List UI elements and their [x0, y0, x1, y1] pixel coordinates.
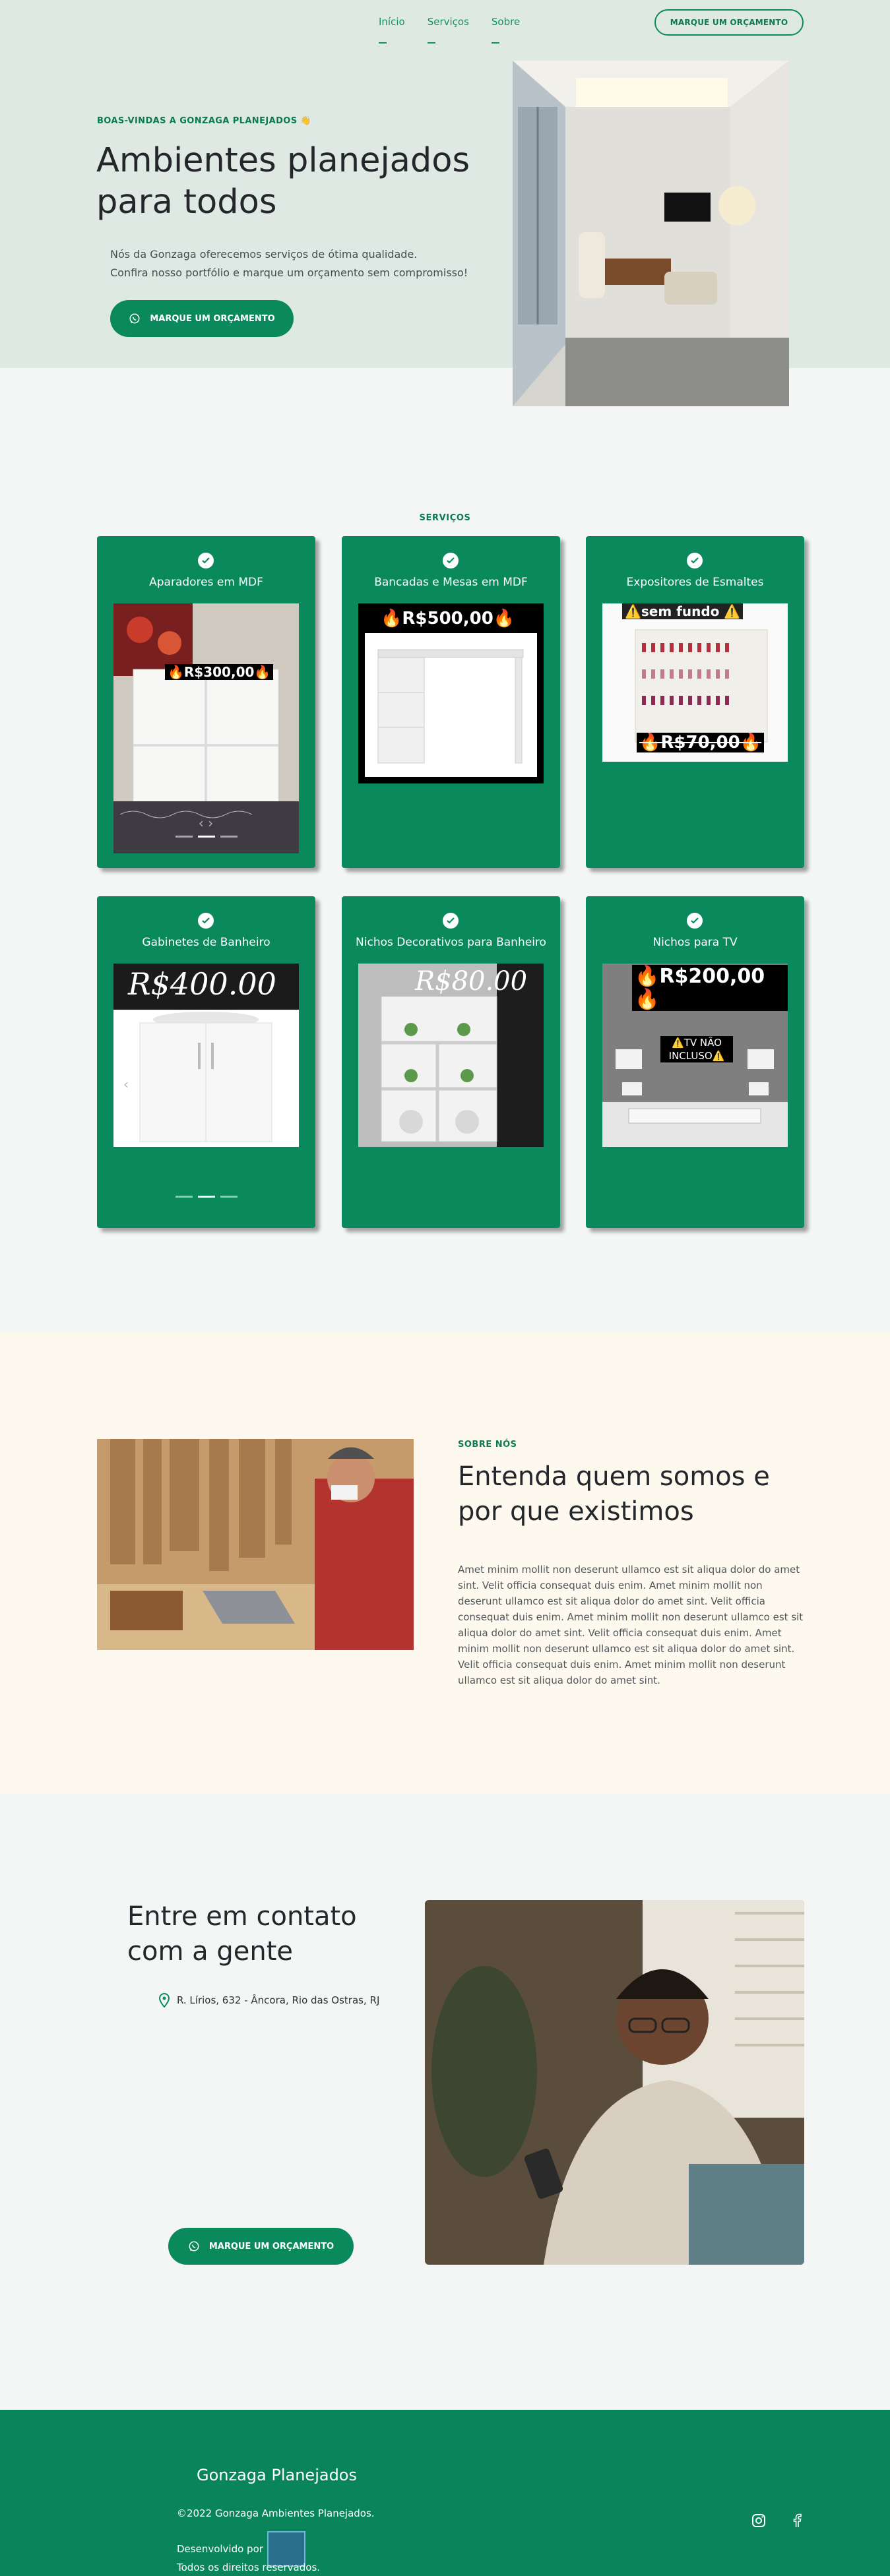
contact-quote-button[interactable]: MARQUE UM ORÇAMENTO — [168, 2228, 354, 2265]
contact-title: Entre em contato com a gente — [127, 1901, 357, 1967]
hero-office-image — [513, 61, 789, 406]
service-image: ‹ R$400.00 — [113, 964, 299, 1147]
whatsapp-icon — [189, 2241, 199, 2252]
hero-title: Ambientes planejados para todos — [96, 141, 470, 222]
footer-brand: Gonzaga Planejados — [197, 2466, 357, 2484]
service-price: 🔥R$200,00🔥 — [632, 965, 788, 1011]
contact-address: R. Lírios, 632 - Âncora, Rio das Ostras,… — [158, 1993, 379, 2008]
whatsapp-icon — [129, 313, 140, 324]
about-kicker: SOBRE NÓS — [458, 1440, 517, 1450]
check-icon — [687, 913, 703, 929]
header-quote-button[interactable]: MARQUE UM ORÇAMENTO — [654, 9, 804, 36]
facebook-icon[interactable] — [790, 2513, 804, 2531]
service-image: ‹ › 🔥R$300,00🔥 — [113, 603, 299, 853]
footer-copyright: ©2022 Gonzaga Ambientes Planejados. — [177, 2507, 375, 2519]
service-card[interactable]: Aparadores em MDF ‹ › 🔥R$300,00🔥 — [97, 536, 315, 868]
service-image: 🔥R$500,00🔥 — [358, 603, 544, 783]
contact-person-image — [425, 1900, 804, 2265]
nav-item-inicio[interactable]: Início — [379, 16, 405, 44]
check-icon — [443, 913, 459, 929]
hero-desc-line-2: Confira nosso portfólio e marque um orça… — [110, 266, 468, 279]
hero-kicker: BOAS-VINDAS A GONZAGA PLANEJADOS 👋 — [97, 116, 311, 126]
service-image: 🔥R$200,00🔥 ⚠️TV NÃO INCLUSO⚠️ — [602, 964, 788, 1147]
service-card[interactable]: Gabinetes de Banheiro ‹ R$400.00 — [97, 896, 315, 1228]
footer-rights: Todos os direitos reservados. — [177, 2561, 321, 2573]
main-nav: Início Serviços Sobre — [379, 16, 520, 44]
footer: Gonzaga Planejados ©2022 Gonzaga Ambient… — [0, 2410, 890, 2576]
service-card[interactable]: Nichos Decorativos para Banheiro R$80.00 — [342, 896, 560, 1228]
service-title: Bancadas e Mesas em MDF — [374, 576, 528, 589]
service-price: R$80.00 — [415, 966, 528, 997]
hero-description: Nós da Gonzaga oferecemos serviços de ót… — [110, 245, 506, 282]
service-price: 🔥R$70,00🔥 — [637, 733, 765, 752]
check-icon — [687, 553, 703, 568]
service-title: Nichos para TV — [652, 936, 738, 949]
instagram-icon[interactable] — [751, 2513, 767, 2531]
service-price: 🔥R$300,00🔥 — [165, 664, 274, 680]
service-card[interactable]: Nichos para TV 🔥R$200,00🔥 ⚠️TV NÃO INCLU… — [586, 896, 804, 1228]
footer-developer-label: Desenvolvido por — [177, 2543, 263, 2555]
service-badge: ⚠️TV NÃO INCLUSO⚠️ — [660, 1036, 733, 1062]
check-icon — [443, 553, 459, 568]
carousel-dots[interactable] — [97, 836, 315, 838]
nav-item-sobre[interactable]: Sobre — [491, 16, 520, 44]
svg-text:‹ ›: ‹ › — [199, 815, 213, 831]
service-title: Expositores de Esmaltes — [626, 576, 764, 589]
carousel-dots[interactable] — [97, 1196, 315, 1198]
service-card[interactable]: Expositores de Esmaltes ⚠️sem fundo ⚠️ 🔥… — [586, 536, 804, 868]
hero-quote-button[interactable]: MARQUE UM ORÇAMENTO — [110, 300, 294, 337]
service-price: R$400.00 — [128, 966, 276, 1002]
hero-quote-label: MARQUE UM ORÇAMENTO — [150, 313, 275, 324]
service-image: R$80.00 — [358, 964, 544, 1147]
services-kicker: SERVIÇOS — [419, 513, 471, 523]
about-carpenter-image — [97, 1439, 414, 1650]
check-icon — [198, 553, 214, 568]
contact-quote-label: MARQUE UM ORÇAMENTO — [208, 2241, 334, 2252]
service-title: Nichos Decorativos para Banheiro — [356, 936, 546, 949]
service-price: 🔥R$500,00🔥 — [378, 609, 518, 629]
nav-item-servicos[interactable]: Serviços — [427, 16, 469, 44]
about-title: Entenda quem somos e por que existimos — [458, 1461, 770, 1527]
hero-desc-line-1: Nós da Gonzaga oferecemos serviços de ót… — [110, 248, 418, 261]
service-title: Gabinetes de Banheiro — [142, 936, 270, 949]
svg-text:‹: ‹ — [123, 1076, 129, 1092]
address-text: R. Lírios, 632 - Âncora, Rio das Ostras,… — [177, 1994, 380, 2006]
service-image: ⚠️sem fundo ⚠️ 🔥R$70,00🔥 — [602, 603, 788, 762]
about-text: Amet minim mollit non deserunt ullamco e… — [458, 1564, 804, 1686]
service-title: Aparadores em MDF — [149, 576, 263, 589]
service-badge: ⚠️sem fundo ⚠️ — [622, 603, 744, 619]
location-pin-icon — [158, 1993, 170, 2008]
check-icon — [198, 913, 214, 929]
service-card[interactable]: Bancadas e Mesas em MDF 🔥R$500,00🔥 — [342, 536, 560, 868]
